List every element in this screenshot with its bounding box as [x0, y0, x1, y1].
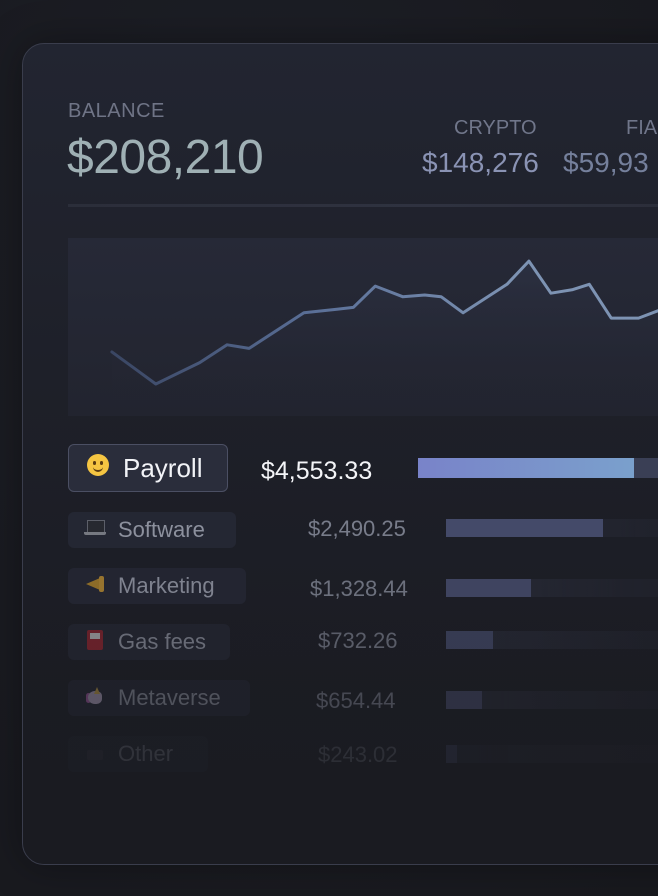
- laptop-emoji-icon: [84, 519, 106, 541]
- fiat-label: FIA: [626, 117, 658, 139]
- category-bar-fill: [446, 745, 457, 763]
- category-bar-fill: [446, 691, 483, 709]
- category-bar-fill: [446, 631, 493, 649]
- category-bar-track: [446, 691, 658, 709]
- category-label: Gas fees: [118, 629, 207, 654]
- header-divider: [68, 204, 658, 207]
- category-label: Payroll: [123, 452, 203, 483]
- category-pill[interactable]: Marketing: [68, 568, 246, 604]
- category-amount: $732.26: [318, 628, 398, 653]
- category-amount: $2,490.25: [308, 516, 406, 541]
- balance-label: BALANCE: [68, 100, 165, 122]
- category-amount: $1,328.44: [310, 576, 408, 601]
- balance-chart-area: [111, 261, 658, 416]
- category-bar-track: [446, 579, 658, 597]
- smiley-emoji-icon: [87, 454, 109, 482]
- fuel-pump-emoji-icon: [84, 629, 106, 655]
- category-bar-track: [446, 519, 658, 537]
- category-bar-track: [418, 458, 658, 478]
- other-icon: [84, 744, 106, 765]
- balance-chart[interactable]: [68, 238, 658, 416]
- balance-value: $208,210: [67, 131, 264, 184]
- category-pill[interactable]: Payroll: [68, 444, 228, 492]
- category-pill[interactable]: Metaverse: [68, 680, 250, 716]
- category-bar-fill: [418, 458, 634, 478]
- category-amount: $243.02: [318, 742, 398, 767]
- category-label: Marketing: [118, 573, 215, 598]
- category-bar-track: [446, 745, 658, 763]
- balance-chart-svg: [110, 259, 658, 416]
- category-pill[interactable]: Software: [68, 512, 236, 548]
- category-label: Metaverse: [118, 685, 221, 710]
- category-label: Software: [118, 517, 205, 542]
- crypto-value[interactable]: $148,276: [422, 147, 539, 179]
- category-bar-fill: [446, 579, 531, 597]
- category-amount: $4,553.33: [261, 457, 373, 485]
- unicorn-emoji-icon: [84, 686, 106, 710]
- megaphone-emoji-icon: [84, 575, 106, 597]
- category-bar-track: [446, 631, 658, 649]
- crypto-label: CRYPTO: [454, 117, 537, 139]
- category-amount: $654.44: [316, 688, 396, 713]
- category-pill[interactable]: Other: [68, 736, 208, 772]
- category-pill[interactable]: Gas fees: [68, 624, 230, 660]
- category-label: Other: [118, 741, 174, 766]
- page: BALANCE $208,210 CRYPTO $148,276 FIA $59…: [0, 0, 658, 896]
- category-bar-fill: [446, 519, 603, 537]
- fiat-value[interactable]: $59,93: [563, 147, 649, 179]
